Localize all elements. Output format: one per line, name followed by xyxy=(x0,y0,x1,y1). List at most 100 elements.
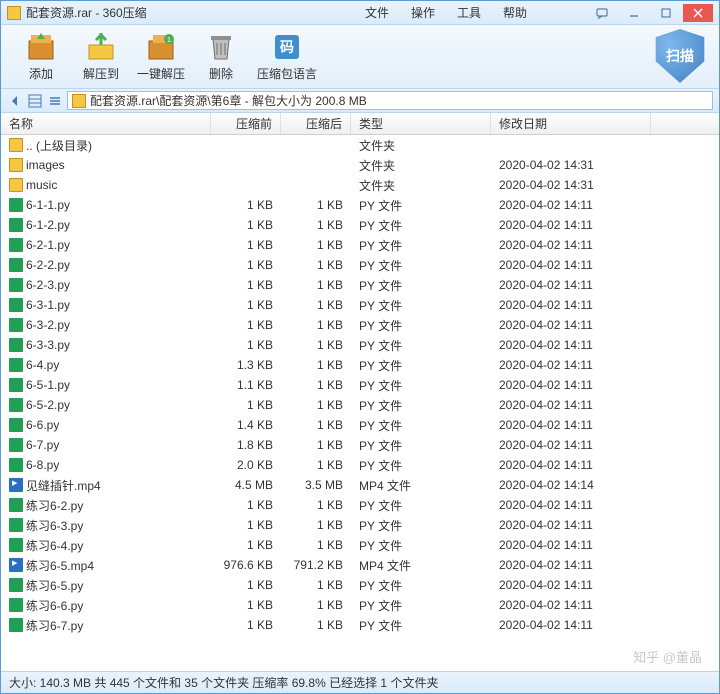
file-row[interactable]: 见缝插针.mp44.5 MB3.5 MBMP4 文件2020-04-02 14:… xyxy=(1,475,719,495)
delete-button[interactable]: 删除 xyxy=(191,31,251,82)
header-after[interactable]: 压缩后 xyxy=(281,113,351,134)
file-date: 2020-04-02 14:11 xyxy=(491,358,651,372)
add-button[interactable]: 添加 xyxy=(11,31,71,82)
file-name: 6-8.py xyxy=(26,458,59,472)
file-date: 2020-04-02 14:11 xyxy=(491,318,651,332)
file-row[interactable]: 6-3-2.py1 KB1 KBPY 文件2020-04-02 14:11 xyxy=(1,315,719,335)
close-button[interactable] xyxy=(683,4,713,22)
file-size-before: 1 KB xyxy=(211,338,281,352)
menu-help[interactable]: 帮助 xyxy=(503,4,527,21)
file-name: 练习6-2.py xyxy=(26,497,83,514)
compress-lang-button[interactable]: 码 压缩包语言 xyxy=(251,31,323,82)
extract-icon xyxy=(85,31,117,63)
py-icon xyxy=(9,438,23,452)
file-size-before: 1 KB xyxy=(211,318,281,332)
header-before[interactable]: 压缩前 xyxy=(211,113,281,134)
folder-icon xyxy=(9,178,23,192)
file-row[interactable]: 6-6.py1.4 KB1 KBPY 文件2020-04-02 14:11 xyxy=(1,415,719,435)
file-row[interactable]: 6-5-2.py1 KB1 KBPY 文件2020-04-02 14:11 xyxy=(1,395,719,415)
file-name: 练习6-3.py xyxy=(26,517,83,534)
file-date: 2020-04-02 14:11 xyxy=(491,598,651,612)
file-row[interactable]: 6-1-2.py1 KB1 KBPY 文件2020-04-02 14:11 xyxy=(1,215,719,235)
file-size-after: 1 KB xyxy=(281,518,351,532)
header-type[interactable]: 类型 xyxy=(351,113,491,134)
view-options-button[interactable] xyxy=(47,93,63,109)
extract-button[interactable]: 解压到 xyxy=(71,31,131,82)
file-type: PY 文件 xyxy=(351,497,491,514)
feedback-button[interactable] xyxy=(587,4,617,22)
file-date: 2020-04-02 14:14 xyxy=(491,478,651,492)
py-icon xyxy=(9,198,23,212)
file-row[interactable]: 6-2-3.py1 KB1 KBPY 文件2020-04-02 14:11 xyxy=(1,275,719,295)
py-icon xyxy=(9,258,23,272)
file-size-after: 1 KB xyxy=(281,278,351,292)
file-row[interactable]: 6-5-1.py1.1 KB1 KBPY 文件2020-04-02 14:11 xyxy=(1,375,719,395)
file-row[interactable]: 6-3-3.py1 KB1 KBPY 文件2020-04-02 14:11 xyxy=(1,335,719,355)
menu-file[interactable]: 文件 xyxy=(365,4,389,21)
file-type: MP4 文件 xyxy=(351,477,491,494)
py-icon xyxy=(9,538,23,552)
file-size-before: 1 KB xyxy=(211,258,281,272)
file-row[interactable]: 6-3-1.py1 KB1 KBPY 文件2020-04-02 14:11 xyxy=(1,295,719,315)
file-type: PY 文件 xyxy=(351,357,491,374)
file-row[interactable]: 练习6-6.py1 KB1 KBPY 文件2020-04-02 14:11 xyxy=(1,595,719,615)
minimize-button[interactable] xyxy=(619,4,649,22)
file-size-after: 1 KB xyxy=(281,498,351,512)
file-row[interactable]: images文件夹2020-04-02 14:31 xyxy=(1,155,719,175)
file-name: 6-3-1.py xyxy=(26,298,70,312)
py-icon xyxy=(9,298,23,312)
file-size-after: 1 KB xyxy=(281,378,351,392)
file-type: PY 文件 xyxy=(351,417,491,434)
file-row[interactable]: 6-2-2.py1 KB1 KBPY 文件2020-04-02 14:11 xyxy=(1,255,719,275)
file-row[interactable]: 练习6-2.py1 KB1 KBPY 文件2020-04-02 14:11 xyxy=(1,495,719,515)
file-date: 2020-04-02 14:11 xyxy=(491,258,651,272)
file-type: PY 文件 xyxy=(351,437,491,454)
file-list[interactable]: .. (上级目录)文件夹images文件夹2020-04-02 14:31mus… xyxy=(1,135,719,671)
file-size-before: 1 KB xyxy=(211,238,281,252)
code-icon: 码 xyxy=(271,31,303,63)
file-name: images xyxy=(26,158,65,172)
back-button[interactable] xyxy=(7,93,23,109)
oneclick-button[interactable]: 1 一键解压 xyxy=(131,31,191,82)
scan-button[interactable]: 扫描 xyxy=(653,29,707,83)
header-name[interactable]: 名称 xyxy=(1,113,211,134)
file-row[interactable]: 6-7.py1.8 KB1 KBPY 文件2020-04-02 14:11 xyxy=(1,435,719,455)
file-row[interactable]: 6-2-1.py1 KB1 KBPY 文件2020-04-02 14:11 xyxy=(1,235,719,255)
file-name: 6-5-2.py xyxy=(26,398,70,412)
file-size-before: 1 KB xyxy=(211,298,281,312)
file-date: 2020-04-02 14:11 xyxy=(491,298,651,312)
file-row[interactable]: .. (上级目录)文件夹 xyxy=(1,135,719,155)
file-row[interactable]: 练习6-5.mp4976.6 KB791.2 KBMP4 文件2020-04-0… xyxy=(1,555,719,575)
header-date[interactable]: 修改日期 xyxy=(491,113,651,134)
file-row[interactable]: 练习6-3.py1 KB1 KBPY 文件2020-04-02 14:11 xyxy=(1,515,719,535)
file-row[interactable]: 练习6-7.py1 KB1 KBPY 文件2020-04-02 14:11 xyxy=(1,615,719,635)
maximize-button[interactable] xyxy=(651,4,681,22)
file-row[interactable]: 6-4.py1.3 KB1 KBPY 文件2020-04-02 14:11 xyxy=(1,355,719,375)
file-size-before: 1.8 KB xyxy=(211,438,281,452)
file-row[interactable]: music文件夹2020-04-02 14:31 xyxy=(1,175,719,195)
file-row[interactable]: 练习6-5.py1 KB1 KBPY 文件2020-04-02 14:11 xyxy=(1,575,719,595)
add-icon xyxy=(25,31,57,63)
file-name: 6-1-1.py xyxy=(26,198,70,212)
file-size-before: 1 KB xyxy=(211,398,281,412)
file-row[interactable]: 6-1-1.py1 KB1 KBPY 文件2020-04-02 14:11 xyxy=(1,195,719,215)
file-name: 练习6-5.py xyxy=(26,577,83,594)
file-name: .. (上级目录) xyxy=(26,137,92,154)
file-name: 见缝插针.mp4 xyxy=(26,477,101,494)
path-box[interactable]: 配套资源.rar\配套资源\第6章 - 解包大小为 200.8 MB xyxy=(67,91,713,110)
file-type: PY 文件 xyxy=(351,337,491,354)
menu-tool[interactable]: 工具 xyxy=(457,4,481,21)
file-date: 2020-04-02 14:11 xyxy=(491,618,651,632)
file-row[interactable]: 练习6-4.py1 KB1 KBPY 文件2020-04-02 14:11 xyxy=(1,535,719,555)
file-size-after: 1 KB xyxy=(281,258,351,272)
file-size-before: 2.0 KB xyxy=(211,458,281,472)
file-name: 6-7.py xyxy=(26,438,59,452)
file-size-before: 1 KB xyxy=(211,618,281,632)
file-name: 练习6-6.py xyxy=(26,597,83,614)
file-row[interactable]: 6-8.py2.0 KB1 KBPY 文件2020-04-02 14:11 xyxy=(1,455,719,475)
file-size-before: 4.5 MB xyxy=(211,478,281,492)
file-type: PY 文件 xyxy=(351,617,491,634)
view-list-button[interactable] xyxy=(27,93,43,109)
py-icon xyxy=(9,358,23,372)
menu-op[interactable]: 操作 xyxy=(411,4,435,21)
